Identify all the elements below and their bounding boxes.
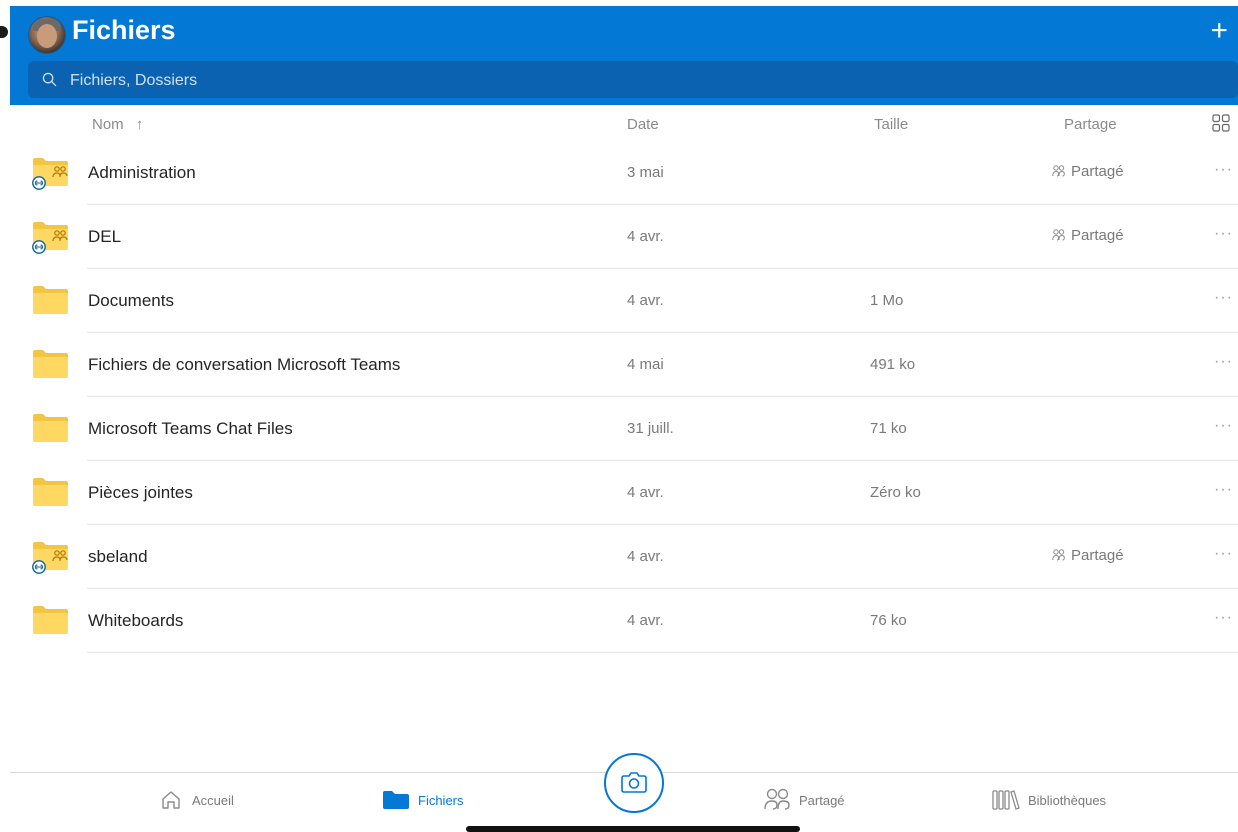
more-options-icon[interactable]: ···: [1214, 545, 1233, 563]
file-size: 1 Mo: [870, 292, 904, 309]
file-size: Zéro ko: [870, 484, 921, 501]
file-date: 4 avr.: [627, 228, 664, 245]
tab-files[interactable]: Fichiers: [382, 791, 464, 809]
file-row[interactable]: Fichiers de conversation Microsoft Teams…: [0, 333, 1238, 397]
people-icon: [1052, 229, 1065, 241]
folder-icon: [33, 478, 68, 506]
folder-icon: [383, 791, 409, 809]
search-bar[interactable]: [28, 61, 1238, 100]
more-options-icon[interactable]: ···: [1214, 481, 1233, 499]
column-header-size[interactable]: Taille: [874, 116, 908, 133]
file-row[interactable]: Microsoft Teams Chat Files 31 juill. 71 ko…: [0, 397, 1238, 461]
file-row[interactable]: Pièces jointes 4 avr. Zéro ko ···: [0, 461, 1238, 525]
file-date: 4 avr.: [627, 292, 664, 309]
sort-arrow-icon: ↑: [135, 116, 144, 133]
more-options-icon[interactable]: ···: [1214, 161, 1233, 179]
avatar[interactable]: [28, 16, 66, 54]
file-name: Whiteboards: [88, 611, 184, 630]
more-options-icon[interactable]: ···: [1214, 609, 1233, 627]
file-name: DEL: [88, 227, 122, 246]
column-header-sharing[interactable]: Partage: [1064, 116, 1117, 133]
home-icon: [162, 791, 180, 809]
file-date: 4 avr.: [627, 484, 664, 501]
file-row[interactable]: Documents 4 avr. 1 Mo ···: [0, 269, 1238, 333]
folder-icon: [33, 414, 68, 442]
file-name: sbeland: [88, 547, 148, 566]
folder-icon: [33, 286, 68, 314]
file-row[interactable]: Administration 3 mai Partagé ···: [0, 141, 1238, 205]
file-size: 76 ko: [870, 612, 907, 629]
file-date: 3 mai: [627, 164, 664, 181]
file-name: Pièces jointes: [88, 483, 193, 502]
camera-button[interactable]: [604, 753, 664, 813]
shared-folder-icon: [32, 158, 68, 190]
file-row[interactable]: DEL 4 avr. Partagé ···: [0, 205, 1238, 269]
add-button[interactable]: +: [1210, 16, 1228, 46]
people-icon: [1052, 165, 1065, 177]
people-icon: [1052, 549, 1065, 561]
grid-view-icon[interactable]: [1212, 114, 1230, 132]
search-input[interactable]: [68, 61, 1222, 100]
sharing-status: Partagé: [1052, 163, 1124, 180]
file-name: Microsoft Teams Chat Files: [88, 419, 293, 438]
file-date: 4 avr.: [627, 612, 664, 629]
file-name: Administration: [88, 163, 196, 182]
folder-icon: [33, 350, 68, 378]
file-date: 31 juill.: [627, 420, 674, 437]
shared-folder-icon: [32, 542, 68, 574]
more-options-icon[interactable]: ···: [1214, 289, 1233, 307]
camera-icon: [621, 772, 647, 793]
row-divider: [87, 652, 1238, 653]
file-size: 491 ko: [870, 356, 916, 373]
folder-icon: [33, 606, 68, 634]
column-header-date[interactable]: Date: [627, 116, 659, 133]
libraries-icon: [992, 790, 1020, 810]
file-name: Fichiers de conversation Microsoft Teams: [88, 355, 401, 374]
file-date: 4 avr.: [627, 548, 664, 565]
edge-indicator: [0, 26, 8, 38]
tab-home[interactable]: Accueil: [160, 791, 234, 809]
app-header: Fichiers +: [10, 6, 1238, 105]
shared-folder-icon: [32, 222, 68, 254]
search-icon: [42, 72, 57, 87]
file-size: 71 ko: [870, 420, 907, 437]
home-indicator: [466, 826, 800, 832]
tab-libraries[interactable]: Bibliothèques: [992, 790, 1106, 810]
more-options-icon[interactable]: ···: [1214, 353, 1233, 371]
people-icon: [764, 788, 790, 810]
sharing-status: Partagé: [1052, 547, 1124, 564]
file-row[interactable]: Whiteboards 4 avr. 76 ko ···: [0, 589, 1238, 653]
sharing-status: Partagé: [1052, 227, 1124, 244]
page-title: Fichiers: [72, 15, 176, 45]
column-header-name[interactable]: Nom ↑: [92, 116, 143, 133]
file-date: 4 mai: [627, 356, 664, 373]
tab-shared[interactable]: Partagé: [763, 788, 845, 810]
file-row[interactable]: sbeland 4 avr. Partagé ···: [0, 525, 1238, 589]
more-options-icon[interactable]: ···: [1214, 225, 1233, 243]
tab-bar: Accueil Fichiers Partagé Bibliothèques: [10, 753, 1238, 831]
file-name: Documents: [88, 291, 174, 310]
more-options-icon[interactable]: ···: [1214, 417, 1233, 435]
